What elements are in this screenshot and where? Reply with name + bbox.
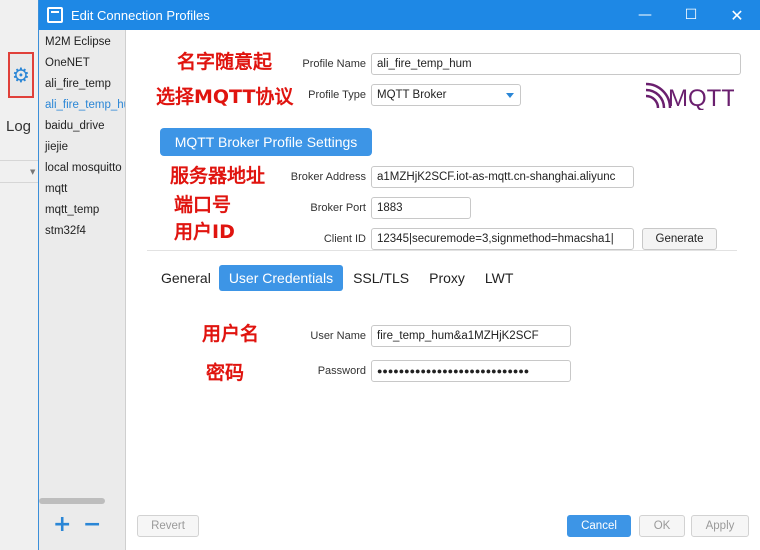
divider (147, 250, 737, 251)
cancel-button[interactable]: Cancel (567, 515, 631, 537)
tab-ssl-tls[interactable]: SSL/TLS (353, 265, 409, 291)
background-app: ⚙ Log ▼ (0, 0, 38, 550)
profile-settings-panel: 名字随意起 选择MQTT协议 服务器地址 端口号 用户ID 用户名 密码 Pro… (127, 30, 760, 550)
user-name-input[interactable]: fire_temp_hum&a1MZHjK2SCF (371, 325, 571, 347)
annotation-user-name: 用户名 (202, 323, 260, 345)
mqtt-logo: MQTT (645, 82, 734, 110)
add-profile-button[interactable]: + (53, 514, 71, 536)
annotation-profile-name: 名字随意起 (177, 51, 273, 73)
profile-list: M2M Eclipse OneNET ali_fire_temp ali_fir… (39, 30, 126, 550)
chevron-down-icon[interactable]: ▼ (30, 168, 35, 176)
ok-button[interactable]: OK (639, 515, 685, 537)
user-name-label: User Name (310, 330, 366, 342)
broker-address-label: Broker Address (290, 171, 366, 183)
client-id-label: Client ID (323, 233, 366, 245)
profile-list-item[interactable]: ali_fire_temp (39, 74, 125, 95)
broker-port-label: Broker Port (310, 202, 366, 214)
client-id-input[interactable]: 12345|securemode=3,signmethod=hmacsha1| (371, 228, 634, 250)
profile-type-label: Profile Type (308, 89, 366, 101)
apply-button[interactable]: Apply (691, 515, 749, 537)
password-input[interactable]: ●●●●●●●●●●●●●●●●●●●●●●●●●●●● (371, 360, 571, 382)
tab-general[interactable]: General (161, 265, 211, 291)
tab-bar: General User Credentials SSL/TLS Proxy L… (161, 265, 533, 291)
annotation-profile-type: 选择MQTT协议 (156, 86, 294, 108)
mqtt-logo-text: MQTT (668, 85, 734, 110)
edit-connection-profiles-dialog: Edit Connection Profiles — ☐ ✕ M2M Eclip… (38, 0, 760, 550)
revert-button[interactable]: Revert (137, 515, 199, 537)
divider (0, 160, 38, 161)
generate-button[interactable]: Generate (642, 228, 717, 250)
profile-list-item[interactable]: local mosquitto (39, 158, 125, 179)
log-label: Log (6, 118, 32, 135)
profile-list-item[interactable]: mqtt (39, 179, 125, 200)
broker-address-input[interactable]: a1MZHjK2SCF.iot-as-mqtt.cn-shanghai.aliy… (371, 166, 634, 188)
profile-list-item[interactable]: M2M Eclipse (39, 32, 125, 53)
horizontal-scrollbar[interactable] (39, 498, 105, 504)
divider (0, 182, 38, 183)
tab-user-credentials[interactable]: User Credentials (218, 265, 344, 291)
profile-name-label: Profile Name (302, 58, 366, 70)
profile-name-input[interactable]: ali_fire_temp_hum (371, 53, 741, 75)
profile-list-item[interactable]: stm32f4 (39, 221, 125, 242)
annotation-broker-address: 服务器地址 (170, 165, 266, 187)
profile-type-value: MQTT Broker (377, 89, 447, 101)
profile-list-item[interactable]: jiejie (39, 137, 125, 158)
profile-list-item[interactable]: mqtt_temp (39, 200, 125, 221)
profile-type-select[interactable]: MQTT Broker (371, 84, 521, 106)
remove-profile-button[interactable]: − (83, 514, 101, 536)
tab-proxy[interactable]: Proxy (429, 265, 465, 291)
app-icon (47, 7, 63, 23)
password-label: Password (317, 365, 366, 377)
annotation-client-id: 用户ID (174, 221, 235, 243)
tab-lwt[interactable]: LWT (485, 265, 514, 291)
gear-icon: ⚙ (12, 63, 30, 87)
chevron-down-icon (506, 93, 514, 98)
window-title: Edit Connection Profiles (71, 7, 210, 23)
minimize-button[interactable]: — (622, 0, 668, 30)
broker-port-input[interactable]: 1883 (371, 197, 471, 219)
settings-button[interactable]: ⚙ (8, 52, 34, 98)
title-bar[interactable]: Edit Connection Profiles — ☐ ✕ (39, 0, 760, 30)
annotation-password: 密码 (206, 362, 245, 384)
profile-list-item[interactable]: OneNET (39, 53, 125, 74)
profile-list-item-selected[interactable]: ali_fire_temp_hum (39, 95, 125, 116)
profile-list-item[interactable]: baidu_drive (39, 116, 125, 137)
annotation-broker-port: 端口号 (174, 194, 232, 216)
maximize-button[interactable]: ☐ (668, 0, 714, 30)
close-button[interactable]: ✕ (714, 0, 760, 30)
section-title-button[interactable]: MQTT Broker Profile Settings (160, 128, 372, 156)
